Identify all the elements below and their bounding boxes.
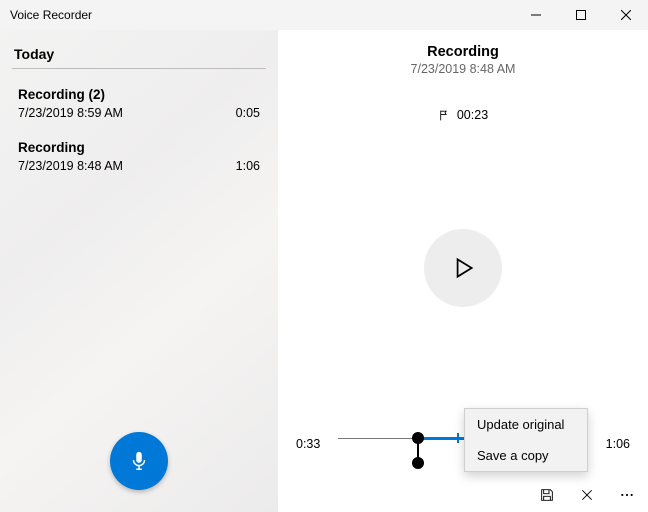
marker-tick[interactable]	[457, 433, 459, 443]
recording-list-item[interactable]: Recording 7/23/2019 8:48 AM 1:06	[12, 130, 266, 183]
save-icon	[539, 487, 555, 503]
maximize-button[interactable]	[558, 0, 603, 30]
play-icon	[450, 255, 476, 281]
microphone-icon	[128, 450, 150, 472]
marker-time: 00:23	[457, 108, 488, 122]
recording-duration: 0:05	[236, 106, 260, 120]
more-button[interactable]	[616, 484, 638, 506]
close-icon	[580, 488, 594, 502]
record-button[interactable]	[110, 432, 168, 490]
current-recording-title: Recording	[296, 44, 630, 60]
playback-panel: Recording 7/23/2019 8:48 AM 00:23 0:33	[278, 30, 648, 512]
recording-duration: 1:06	[236, 159, 260, 173]
recording-title: Recording	[18, 140, 260, 155]
recording-title: Recording (2)	[18, 87, 260, 102]
ellipsis-icon	[619, 487, 635, 503]
timeline-end-time: 1:06	[598, 437, 630, 451]
marker-display: 00:23	[296, 108, 630, 122]
save-button[interactable]	[536, 484, 558, 506]
title-bar: Voice Recorder	[0, 0, 648, 30]
save-a-copy-option[interactable]: Save a copy	[465, 440, 587, 471]
recordings-sidebar: Today Recording (2) 7/23/2019 8:59 AM 0:…	[0, 30, 278, 512]
recording-datetime: 7/23/2019 8:59 AM	[18, 106, 123, 120]
bottom-toolbar	[536, 484, 638, 506]
recording-datetime: 7/23/2019 8:48 AM	[18, 159, 123, 173]
cancel-button[interactable]	[576, 484, 598, 506]
play-button[interactable]	[424, 229, 502, 307]
update-original-option[interactable]: Update original	[465, 409, 587, 440]
save-popup: Update original Save a copy	[464, 408, 588, 472]
timeline-start-time: 0:33	[296, 437, 328, 451]
minimize-button[interactable]	[513, 0, 558, 30]
recording-list-item[interactable]: Recording (2) 7/23/2019 8:59 AM 0:05	[12, 77, 266, 130]
close-window-button[interactable]	[603, 0, 648, 30]
flag-icon	[438, 109, 451, 122]
section-header-today: Today	[12, 42, 266, 69]
window-title: Voice Recorder	[10, 8, 92, 22]
current-recording-datetime: 7/23/2019 8:48 AM	[296, 62, 630, 76]
